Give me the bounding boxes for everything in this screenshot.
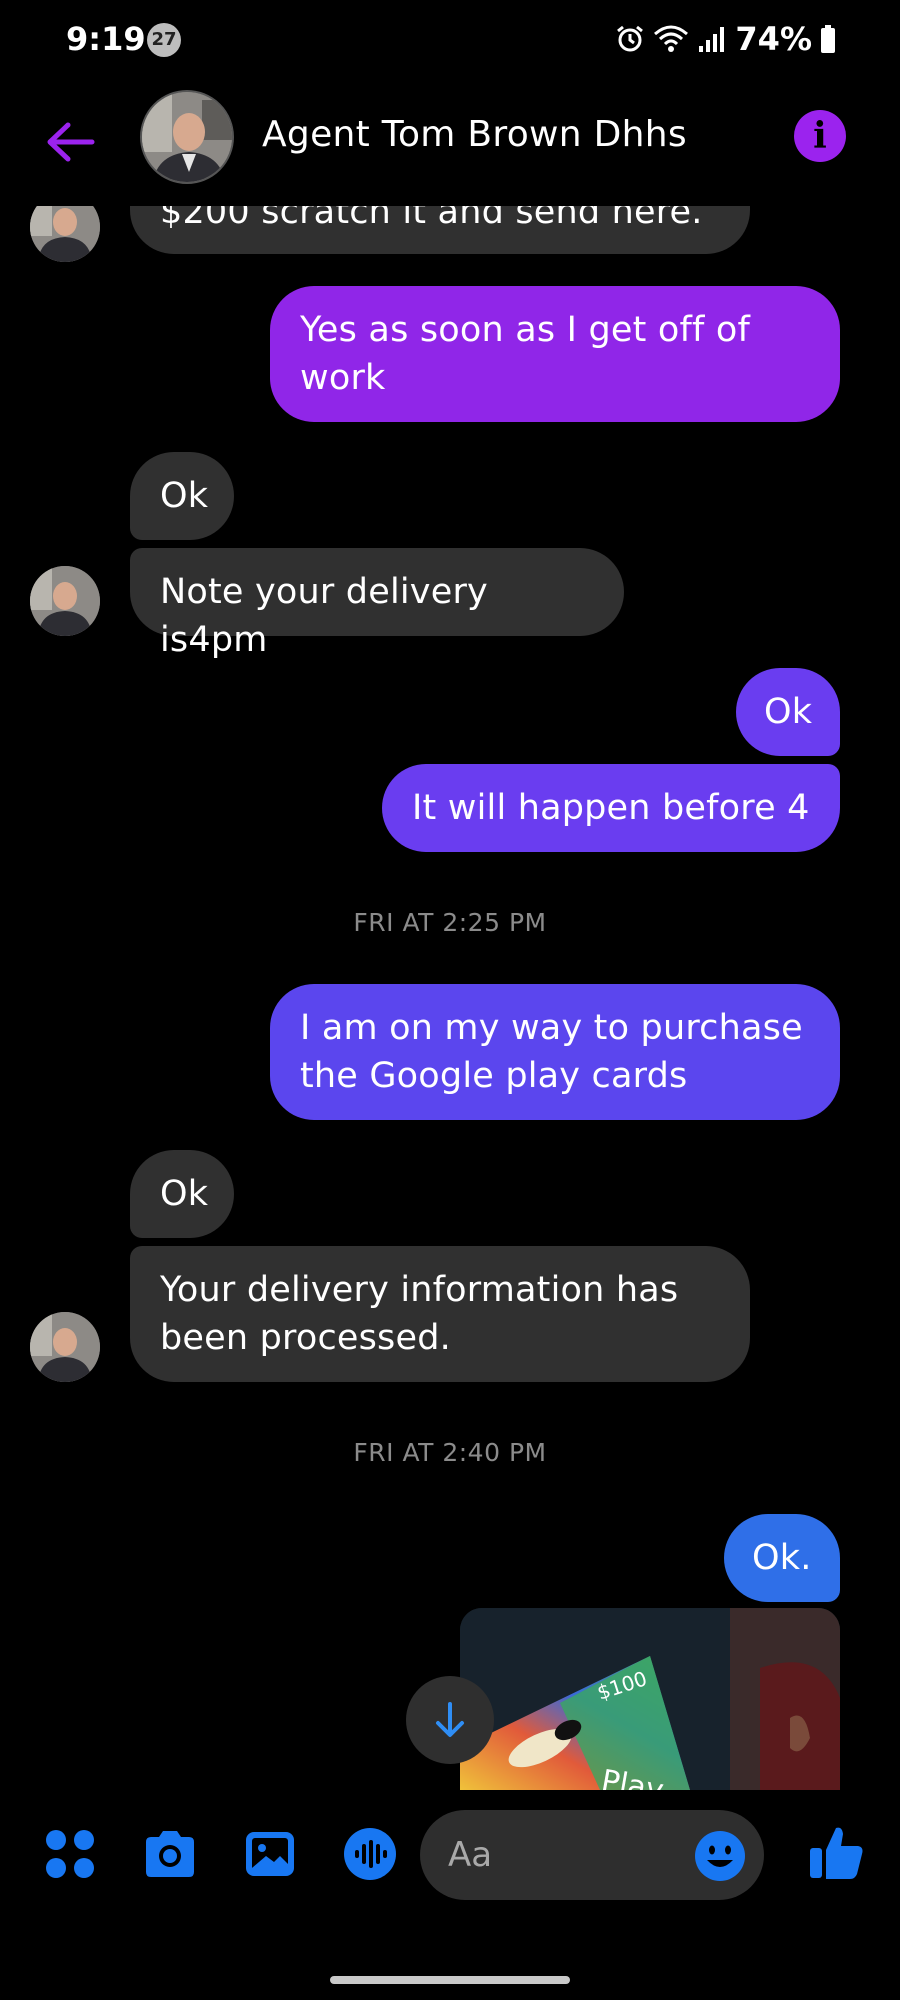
message-bubble-outgoing[interactable]: It will happen before 4	[382, 764, 840, 852]
battery-icon	[821, 25, 835, 53]
message-text: It will happen before 4	[412, 788, 810, 828]
message-bubble-incoming[interactable]: Note your delivery is4pm	[130, 548, 624, 660]
sender-avatar[interactable]	[30, 206, 100, 262]
sender-avatar[interactable]	[30, 1312, 100, 1382]
gift-card-photo: $100 Play	[460, 1608, 840, 1790]
message-text: I am on my way to purchase the Google pl…	[300, 1008, 803, 1096]
avatar-photo	[30, 206, 100, 262]
status-bar: 9:19 27 74%	[0, 0, 900, 80]
photo-attachment[interactable]: $100 Play	[460, 1608, 840, 1790]
contact-avatar[interactable]	[140, 90, 234, 184]
avatar-photo	[30, 566, 100, 636]
menu-grid-icon[interactable]	[42, 1826, 98, 1882]
message-text: Ok	[764, 692, 813, 732]
message-bubble-incoming[interactable]: Ok	[130, 1150, 234, 1238]
message-bubble-incoming[interactable]: Ok	[130, 452, 234, 540]
message-bubble-incoming[interactable]: $200 scratch it and send here.	[130, 206, 750, 254]
status-time: 9:19	[66, 20, 146, 58]
message-text: Ok.	[752, 1538, 812, 1578]
home-indicator[interactable]	[330, 1976, 570, 1984]
arrow-down-icon	[436, 1702, 464, 1737]
message-text: Ok	[160, 476, 209, 516]
contact-name[interactable]: Agent Tom Brown Dhhs	[262, 114, 687, 155]
status-icons: 74%	[615, 20, 836, 58]
message-bubble-outgoing[interactable]: Ok	[736, 668, 840, 756]
sender-avatar[interactable]	[30, 566, 100, 636]
emoji-icon[interactable]	[694, 1830, 746, 1882]
like-icon[interactable]	[806, 1822, 866, 1882]
message-bubble-incoming[interactable]: Your delivery information has been proce…	[130, 1246, 750, 1382]
info-icon[interactable]: i	[794, 110, 846, 162]
message-bubble-outgoing[interactable]: Ok.	[724, 1514, 840, 1602]
voice-icon[interactable]	[342, 1826, 398, 1882]
conversation-header: Agent Tom Brown Dhhs i	[0, 80, 900, 206]
message-text: Ok	[160, 1174, 209, 1214]
timestamp: FRI AT 2:25 PM	[353, 908, 547, 937]
back-arrow-icon[interactable]	[40, 112, 100, 172]
message-bubble-outgoing[interactable]: Yes as soon as I get off of work	[270, 286, 840, 422]
signal-icon	[699, 27, 725, 52]
message-text: Note your delivery is4pm	[160, 572, 488, 660]
message-text: $200 scratch it and send here.	[160, 206, 703, 232]
message-input[interactable]	[448, 1830, 668, 1880]
message-input-container[interactable]	[420, 1810, 764, 1900]
message-text: Yes as soon as I get off of work	[300, 310, 750, 398]
battery-percent: 74%	[735, 20, 812, 58]
wifi-icon	[654, 25, 689, 52]
alarm-icon	[617, 25, 644, 52]
notification-badge: 27	[147, 23, 181, 57]
avatar-photo	[142, 92, 232, 182]
avatar-photo	[30, 1312, 100, 1382]
message-text: Your delivery information has been proce…	[160, 1270, 679, 1358]
image-icon[interactable]	[242, 1826, 298, 1882]
scroll-to-bottom-button[interactable]	[406, 1676, 494, 1764]
message-list[interactable]: $200 scratch it and send here. Yes as so…	[0, 206, 900, 1790]
timestamp: FRI AT 2:40 PM	[353, 1438, 547, 1467]
camera-icon[interactable]	[142, 1826, 198, 1882]
message-bubble-outgoing[interactable]: I am on my way to purchase the Google pl…	[270, 984, 840, 1120]
